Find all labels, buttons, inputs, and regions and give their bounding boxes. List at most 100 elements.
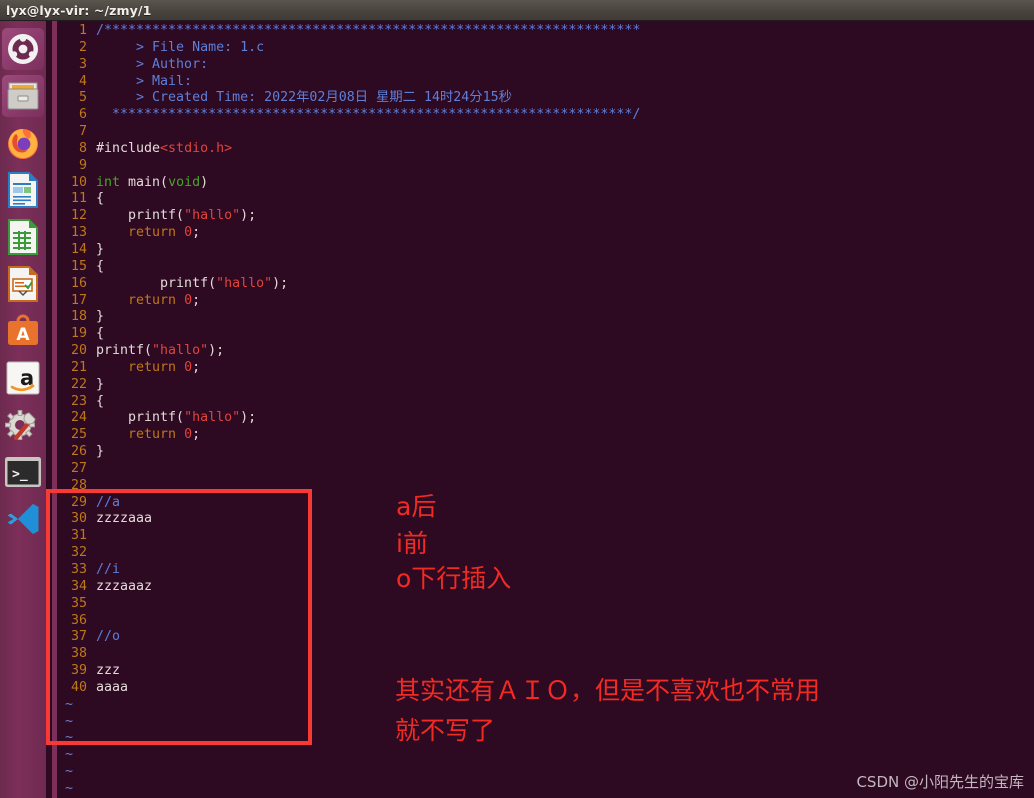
code-token: ); <box>240 208 257 224</box>
line-number: 39 <box>70 663 87 679</box>
code-line: 5 > Created Time: 2022年02月08日 星期二 14时24分… <box>57 90 1034 107</box>
code-line: 9 <box>57 158 1034 175</box>
code-line: 32 <box>57 545 1034 562</box>
code-token: return <box>128 359 177 375</box>
code-token: main( <box>120 174 169 190</box>
line-number: 21 <box>70 359 87 375</box>
line-number: 34 <box>70 578 87 594</box>
code-token: > Author: <box>96 56 209 72</box>
line-number: 3 <box>78 56 87 72</box>
code-token: "hallo" <box>216 275 273 291</box>
code-token: ; <box>192 292 201 308</box>
code-token: { <box>96 191 105 207</box>
vim-empty-line-marker: ~ <box>65 713 74 729</box>
vim-empty-line-marker: ~ <box>65 730 74 746</box>
code-token: ; <box>192 359 201 375</box>
code-token: ); <box>272 275 289 291</box>
code-token: return <box>128 292 177 308</box>
launcher-item-terminal[interactable]: >_ <box>2 451 44 493</box>
code-line: 38 <box>57 646 1034 663</box>
screen: lyx@lyx-vir: ~/zmy/1 A a >_ 1 /*********… <box>0 0 1034 798</box>
csdn-watermark: CSDN @小阳先生的宝库 <box>856 773 1024 791</box>
launcher-item-libreoffice-writer[interactable] <box>2 169 44 211</box>
line-number: 37 <box>70 629 87 645</box>
line-number: 28 <box>70 477 87 493</box>
line-number: 7 <box>78 124 87 140</box>
code-line: 22} <box>57 377 1034 394</box>
line-number: 25 <box>70 427 87 443</box>
launcher-item-system-settings[interactable] <box>2 404 44 446</box>
line-number: 38 <box>70 646 87 662</box>
code-token: > Mail: <box>96 73 193 89</box>
launcher-item-ubuntu-dash[interactable] <box>2 28 44 70</box>
vim-empty-line-marker: ~ <box>65 747 74 763</box>
code-token: int <box>96 174 121 190</box>
code-line: 24 printf("hallo"); <box>57 410 1034 427</box>
launcher-item-amazon[interactable]: a <box>2 357 44 399</box>
code-token: //a <box>96 494 121 510</box>
code-line: 21 return 0; <box>57 360 1034 377</box>
line-number: 10 <box>70 174 87 190</box>
line-number: 16 <box>70 275 87 291</box>
code-token: } <box>96 376 105 392</box>
ubuntu-software-icon: A <box>5 314 41 348</box>
code-token: printf( <box>96 410 185 426</box>
code-line: 31 <box>57 528 1034 545</box>
code-token: printf( <box>96 208 185 224</box>
code-line: 6 **************************************… <box>57 107 1034 124</box>
svg-text:>_: >_ <box>12 467 28 482</box>
line-number: 13 <box>70 225 87 241</box>
code-token: 0 <box>184 427 193 443</box>
vscode-icon <box>5 502 41 536</box>
annotation-note-line2: 就不写了 <box>395 716 496 745</box>
line-number: 40 <box>70 679 87 695</box>
code-token: return <box>128 427 177 443</box>
code-token: printf( <box>96 275 217 291</box>
launcher-item-files[interactable] <box>2 75 44 117</box>
libreoffice-writer-icon <box>7 172 39 208</box>
line-number: 26 <box>70 444 87 460</box>
code-line: 35 <box>57 596 1034 613</box>
code-line: 30 zzzzaaa <box>57 511 1034 528</box>
code-line: 3 > Author: <box>57 57 1034 74</box>
launcher-item-libreoffice-calc[interactable] <box>2 216 44 258</box>
window-title: lyx@lyx-vir: ~/zmy/1 <box>6 2 152 18</box>
line-number: 29 <box>70 494 87 510</box>
annotation-i-before: i前 <box>396 529 428 558</box>
code-token: zzzaaaz <box>96 578 153 594</box>
code-token: void <box>168 174 201 190</box>
line-number: 31 <box>70 528 87 544</box>
code-token: ; <box>192 225 201 241</box>
code-line: 25 return 0; <box>57 427 1034 444</box>
launcher-item-ubuntu-software[interactable]: A <box>2 310 44 352</box>
code-token: "hallo" <box>152 343 209 359</box>
launcher-item-vscode[interactable] <box>2 498 44 540</box>
code-token: 0 <box>184 225 193 241</box>
line-number: 30 <box>70 511 87 527</box>
line-number: 5 <box>78 90 87 106</box>
line-number: 11 <box>70 191 87 207</box>
code-line: 7 <box>57 124 1034 141</box>
code-line: 13 return 0; <box>57 225 1034 242</box>
line-number: 17 <box>70 292 87 308</box>
code-token: ; <box>192 427 201 443</box>
launcher-item-firefox[interactable] <box>2 122 44 164</box>
libreoffice-calc-icon <box>7 219 39 255</box>
code-token: "hallo" <box>184 208 241 224</box>
line-number: 6 <box>78 107 87 123</box>
unity-launcher: A a >_ <box>0 21 46 798</box>
code-token: } <box>96 241 105 257</box>
code-line: 15 { <box>57 259 1034 276</box>
annotation-o-newline: o下行插入 <box>396 564 512 593</box>
line-number: 24 <box>70 410 87 426</box>
launcher-item-libreoffice-impress[interactable] <box>2 263 44 305</box>
code-token: 0 <box>184 292 193 308</box>
code-line: 20 printf("hallo"); <box>57 343 1034 360</box>
code-token: { <box>96 258 105 274</box>
line-number: 8 <box>78 140 87 156</box>
code-token: > Created Time: 2022年02月08日 星期二 14时24分15… <box>96 90 512 106</box>
code-token: aaaa <box>96 679 129 695</box>
line-number: 18 <box>70 309 87 325</box>
